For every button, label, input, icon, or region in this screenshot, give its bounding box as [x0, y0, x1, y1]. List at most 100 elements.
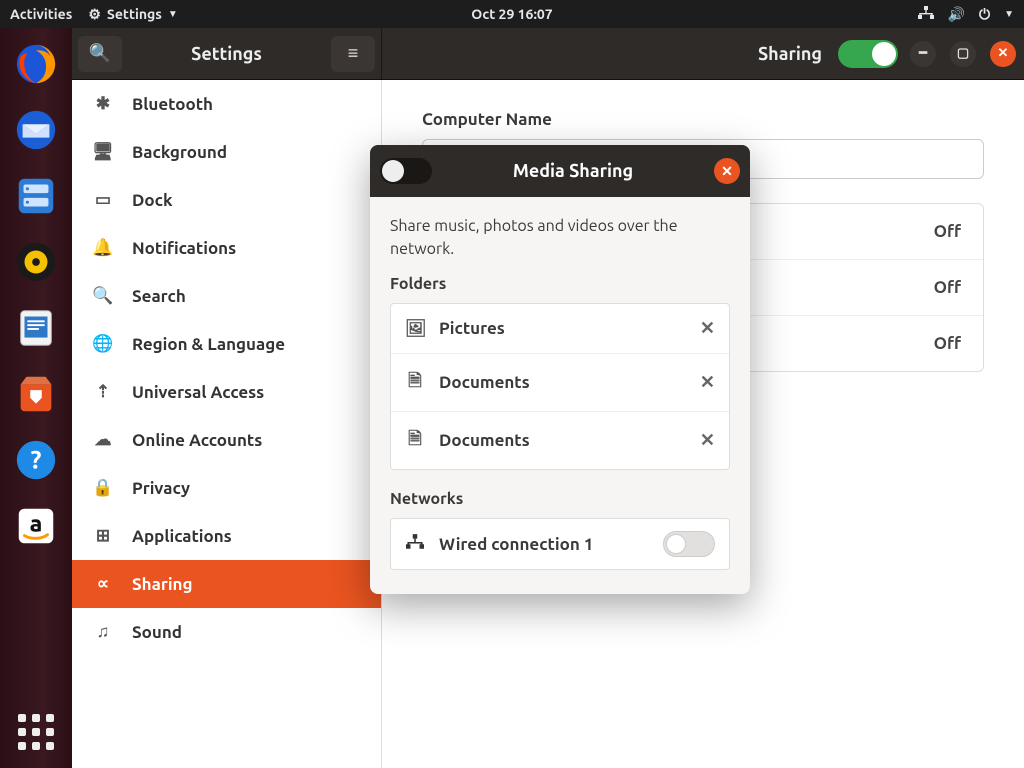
hamburger-icon: ≡ [348, 43, 359, 64]
folder-name: Documents [439, 373, 686, 392]
display-icon: 🖥 [92, 142, 114, 162]
folder-name: Documents [439, 431, 686, 450]
lock-icon: 🔒 [92, 478, 114, 498]
sidebar-item-region-language[interactable]: 🌐 Region & Language [72, 320, 381, 368]
networks-heading: Networks [390, 490, 730, 508]
dock: ? a [0, 28, 72, 768]
dialog-title: Media Sharing [432, 161, 714, 181]
chevron-down-icon: ▼ [168, 8, 178, 20]
sidebar-item-label: Search [132, 287, 186, 306]
sidebar-item-label: Sound [132, 623, 182, 642]
power-icon[interactable]: ⏻ [979, 6, 990, 23]
share-row-state: Off [934, 334, 961, 353]
computer-name-label: Computer Name [422, 110, 984, 129]
sidebar-item-label: Notifications [132, 239, 236, 258]
app-menu[interactable]: ⚙ Settings ▼ [88, 6, 178, 23]
sidebar-item-label: Background [132, 143, 227, 162]
sidebar-item-sound[interactable]: ♫ Sound [72, 608, 381, 656]
window-title-left: Settings [128, 44, 325, 64]
close-button[interactable]: ✕ [990, 41, 1016, 67]
titlebar: 🔍 Settings ≡ Sharing ━ ▢ ✕ [72, 28, 1024, 80]
gnome-top-panel: Activities ⚙ Settings ▼ Oct 29 16:07 🔊 ⏻… [0, 0, 1024, 28]
network-toggle[interactable] [663, 531, 715, 557]
sidebar-item-label: Dock [132, 191, 173, 210]
bluetooth-icon: ✱ [92, 94, 114, 114]
dock-files[interactable] [10, 170, 62, 222]
show-applications[interactable] [14, 710, 58, 754]
sidebar-item-label: Universal Access [132, 383, 264, 402]
cloud-icon: ☁ [92, 430, 114, 450]
dock-help[interactable]: ? [10, 434, 62, 486]
dock-icon: ▭ [92, 190, 114, 210]
document-icon: 🗎 [405, 368, 425, 397]
folder-name: Pictures [439, 319, 686, 338]
wired-network-icon [405, 534, 425, 554]
maximize-button[interactable]: ▢ [950, 41, 976, 67]
activities-button[interactable]: Activities [10, 6, 72, 22]
dock-amazon[interactable]: a [10, 500, 62, 552]
sharing-master-toggle[interactable] [838, 40, 898, 68]
dock-software[interactable] [10, 368, 62, 420]
share-icon: ∝ [92, 574, 114, 594]
remove-folder-button[interactable]: ✕ [700, 372, 715, 393]
folder-row[interactable]: 🗎 Documents ✕ [391, 354, 729, 412]
sidebar-item-privacy[interactable]: 🔒 Privacy [72, 464, 381, 512]
image-icon: 🖼 [405, 319, 425, 339]
bell-icon: 🔔 [92, 238, 114, 258]
toggle-knob [382, 160, 404, 182]
share-row-state: Off [934, 222, 961, 241]
minimize-icon: ━ [919, 46, 927, 61]
document-icon: 🗎 [405, 426, 425, 455]
sidebar-item-label: Bluetooth [132, 95, 213, 114]
network-icon[interactable] [918, 6, 934, 23]
close-icon: ✕ [998, 46, 1009, 61]
search-button[interactable]: 🔍 [78, 36, 122, 72]
dock-libreoffice-writer[interactable] [10, 302, 62, 354]
dock-firefox[interactable] [10, 38, 62, 90]
window-title-right: Sharing [758, 44, 822, 64]
sidebar-item-universal-access[interactable]: ⇡ Universal Access [72, 368, 381, 416]
dialog-close-button[interactable]: ✕ [714, 158, 740, 184]
sidebar-item-bluetooth[interactable]: ✱ Bluetooth [72, 80, 381, 128]
grid-icon: ⊞ [92, 526, 114, 546]
clock-label: Oct 29 16:07 [471, 6, 552, 22]
sidebar-item-dock[interactable]: ▭ Dock [72, 176, 381, 224]
sidebar-item-applications[interactable]: ⊞ Applications [72, 512, 381, 560]
media-sharing-dialog: Media Sharing ✕ Share music, photos and … [370, 145, 750, 594]
chevron-down-icon[interactable]: ▼ [1004, 8, 1014, 20]
networks-list: Wired connection 1 [390, 518, 730, 570]
close-icon: ✕ [721, 163, 733, 180]
sidebar-item-label: Region & Language [132, 335, 285, 354]
sidebar-item-sharing[interactable]: ∝ Sharing [72, 560, 381, 608]
app-menu-label: Settings [107, 6, 162, 22]
network-row: Wired connection 1 [391, 519, 729, 569]
media-sharing-toggle[interactable] [380, 158, 432, 184]
network-name: Wired connection 1 [439, 535, 649, 554]
folder-row[interactable]: 🖼 Pictures ✕ [391, 304, 729, 354]
folders-list: 🖼 Pictures ✕ 🗎 Documents ✕ 🗎 Documents ✕ [390, 303, 730, 470]
dock-rhythmbox[interactable] [10, 236, 62, 288]
svg-text:?: ? [31, 446, 42, 474]
share-row-state: Off [934, 278, 961, 297]
search-icon: 🔍 [89, 43, 111, 64]
search-icon: 🔍 [92, 286, 114, 306]
sidebar-item-search[interactable]: 🔍 Search [72, 272, 381, 320]
dialog-header: Media Sharing ✕ [370, 145, 750, 197]
sidebar-item-notifications[interactable]: 🔔 Notifications [72, 224, 381, 272]
volume-icon[interactable]: 🔊 [948, 6, 965, 23]
hamburger-button[interactable]: ≡ [331, 36, 375, 72]
accessibility-icon: ⇡ [92, 382, 114, 402]
clock[interactable]: Oct 29 16:07 [471, 6, 552, 22]
sidebar-item-online-accounts[interactable]: ☁ Online Accounts [72, 416, 381, 464]
sidebar-item-label: Applications [132, 527, 232, 546]
svg-text:a: a [30, 512, 43, 537]
minimize-button[interactable]: ━ [910, 41, 936, 67]
remove-folder-button[interactable]: ✕ [700, 318, 715, 339]
toggle-knob [666, 534, 686, 554]
remove-folder-button[interactable]: ✕ [700, 430, 715, 451]
dialog-description: Share music, photos and videos over the … [390, 215, 730, 261]
dock-thunderbird[interactable] [10, 104, 62, 156]
music-note-icon: ♫ [92, 622, 114, 642]
sidebar-item-background[interactable]: 🖥 Background [72, 128, 381, 176]
folder-row[interactable]: 🗎 Documents ✕ [391, 412, 729, 469]
